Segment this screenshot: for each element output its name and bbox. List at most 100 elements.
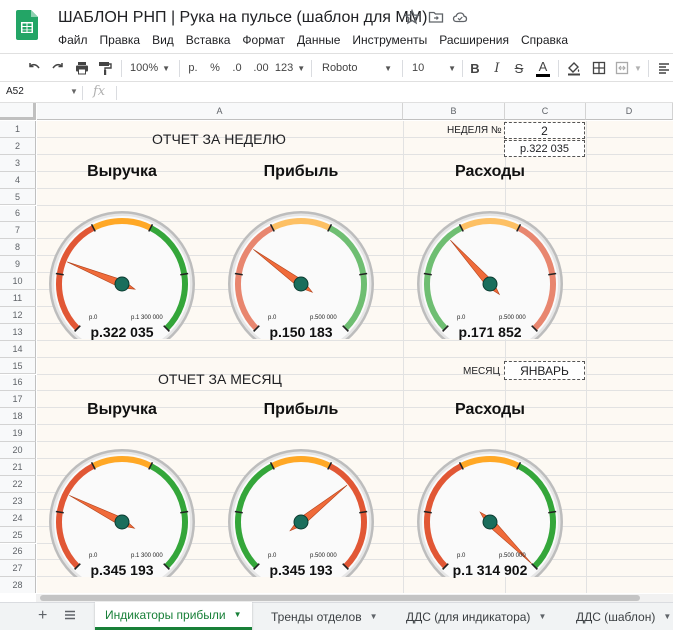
- add-sheet-icon[interactable]: +: [38, 607, 47, 625]
- row-header[interactable]: 15: [0, 357, 36, 375]
- sheets-logo-icon[interactable]: [16, 10, 38, 40]
- document-title[interactable]: ШАБЛОН РНП | Рука на пульсе (шаблон для …: [58, 9, 427, 27]
- menu-view[interactable]: Вид: [146, 30, 180, 50]
- row-header[interactable]: 21: [0, 459, 36, 476]
- row-header[interactable]: 3: [0, 154, 36, 172]
- move-folder-icon[interactable]: [428, 9, 444, 25]
- fill-color-icon: [568, 62, 580, 76]
- chevron-down-icon: ▼: [297, 63, 306, 73]
- week-number-cell[interactable]: 2: [504, 122, 585, 139]
- print-button[interactable]: [72, 54, 92, 82]
- column-header-b[interactable]: B: [403, 103, 505, 120]
- gauge-dial[interactable]: [415, 189, 565, 339]
- name-box[interactable]: A52: [6, 86, 24, 97]
- gauge-dial[interactable]: [415, 427, 565, 577]
- row-header[interactable]: 11: [0, 290, 36, 307]
- row-header[interactable]: 19: [0, 425, 36, 443]
- menu-file[interactable]: Файл: [52, 30, 94, 50]
- gauge-dial[interactable]: [226, 427, 376, 577]
- all-sheets-icon[interactable]: [64, 609, 76, 621]
- paint-format-button[interactable]: [95, 54, 115, 82]
- format-percent-button[interactable]: %: [206, 54, 224, 82]
- menu-help[interactable]: Справка: [515, 30, 574, 50]
- horizontal-scrollbar[interactable]: [36, 594, 673, 602]
- row-header[interactable]: 13: [0, 323, 36, 341]
- gauge-needle-hub: [114, 514, 130, 530]
- gauge-dial[interactable]: [226, 189, 376, 339]
- sheet-tab-dept-trends[interactable]: Тренды отделов ▼: [261, 603, 387, 630]
- redo-button[interactable]: [48, 54, 68, 82]
- row-header[interactable]: 20: [0, 442, 36, 459]
- bold-button[interactable]: B: [466, 54, 484, 82]
- row-header[interactable]: 12: [0, 306, 36, 324]
- gauge-dial[interactable]: [47, 427, 197, 577]
- month-select-cell[interactable]: ЯНВАРЬ: [504, 361, 585, 380]
- fill-color-button[interactable]: [564, 54, 584, 82]
- zoom-select[interactable]: 100% ▼: [127, 54, 173, 82]
- font-family-select[interactable]: Roboto ▼: [318, 54, 396, 82]
- column-header-c[interactable]: C: [505, 103, 586, 120]
- chevron-down-icon[interactable]: ▼: [70, 87, 78, 96]
- row-header[interactable]: 23: [0, 492, 36, 510]
- row-header[interactable]: 24: [0, 509, 36, 527]
- undo-button[interactable]: [24, 54, 44, 82]
- gauge-title: Расходы: [455, 163, 525, 180]
- row-header[interactable]: 8: [0, 239, 36, 257]
- row-header[interactable]: 7: [0, 222, 36, 240]
- row-header[interactable]: 25: [0, 526, 36, 544]
- row-header[interactable]: 26: [0, 543, 36, 561]
- select-all-corner[interactable]: [0, 103, 36, 120]
- star-icon[interactable]: [404, 9, 420, 25]
- font-size-select[interactable]: 10 ▼: [408, 54, 460, 82]
- menu-edit[interactable]: Правка: [94, 30, 147, 50]
- row-header[interactable]: 6: [0, 205, 36, 223]
- align-button[interactable]: [655, 54, 673, 82]
- row-header[interactable]: 28: [0, 577, 36, 593]
- borders-button[interactable]: [589, 54, 609, 82]
- gauge-dial[interactable]: [47, 189, 197, 339]
- column-header-d[interactable]: D: [586, 103, 673, 120]
- gauge-title: Расходы: [455, 401, 525, 418]
- scrollbar-thumb[interactable]: [40, 595, 640, 601]
- row-header[interactable]: 5: [0, 188, 36, 206]
- gauge-max-label: р.1 300 000: [131, 553, 163, 559]
- more-formats-select[interactable]: 123 ▼: [275, 54, 305, 82]
- row-header[interactable]: 2: [0, 137, 36, 155]
- row-header[interactable]: 22: [0, 475, 36, 493]
- redo-icon: [52, 63, 63, 69]
- row-header[interactable]: 4: [0, 171, 36, 189]
- decrease-decimal-button[interactable]: .0: [228, 54, 246, 82]
- sheet-tab-dds-template[interactable]: ДДС (шаблон) ▼: [566, 603, 673, 630]
- gauge-needle-hub: [293, 514, 309, 530]
- merge-cells-button[interactable]: ▼: [613, 54, 643, 82]
- row-header[interactable]: 27: [0, 560, 36, 578]
- italic-button[interactable]: I: [488, 54, 506, 82]
- menu-data[interactable]: Данные: [291, 30, 346, 50]
- sheet-tab-indicators[interactable]: Индикаторы прибыли ▼: [95, 602, 252, 630]
- row-header[interactable]: 10: [0, 273, 36, 290]
- gauge-min-label: р.0: [268, 553, 277, 559]
- sheet-tab-dds-indicator[interactable]: ДДС (для индикатора) ▼: [396, 603, 556, 630]
- column-header-a[interactable]: A: [37, 103, 403, 120]
- menu-tools[interactable]: Инструменты: [346, 30, 433, 50]
- cloud-status-icon[interactable]: [452, 9, 468, 25]
- menu-extensions[interactable]: Расширения: [433, 30, 515, 50]
- gauge-needle-hub: [293, 276, 309, 292]
- menu-format[interactable]: Формат: [236, 30, 291, 50]
- row-header[interactable]: 14: [0, 340, 36, 358]
- row-header[interactable]: 16: [0, 374, 36, 392]
- row-header[interactable]: 17: [0, 391, 36, 409]
- row-header[interactable]: 1: [0, 121, 36, 138]
- menu-insert[interactable]: Вставка: [180, 30, 237, 50]
- row-header[interactable]: 18: [0, 408, 36, 426]
- increase-decimal-button[interactable]: .00: [250, 54, 272, 82]
- strikethrough-button[interactable]: S: [510, 54, 528, 82]
- row-header[interactable]: 9: [0, 256, 36, 274]
- sheet-tab-bar: + Индикаторы прибыли ▼ Тренды отделов ▼ ДД…: [0, 602, 673, 630]
- chevron-down-icon: ▼: [162, 63, 171, 73]
- gauge-min-label: р.0: [268, 315, 277, 321]
- text-color-button[interactable]: A: [533, 54, 553, 82]
- format-currency-button[interactable]: р.: [183, 54, 203, 82]
- week-total-cell[interactable]: р.322 035: [504, 140, 585, 157]
- sheet-cells[interactable]: ОТЧЕТ ЗА НЕДЕЛЮ НЕДЕЛЯ № 2 р.322 035 ОТЧ…: [37, 121, 673, 593]
